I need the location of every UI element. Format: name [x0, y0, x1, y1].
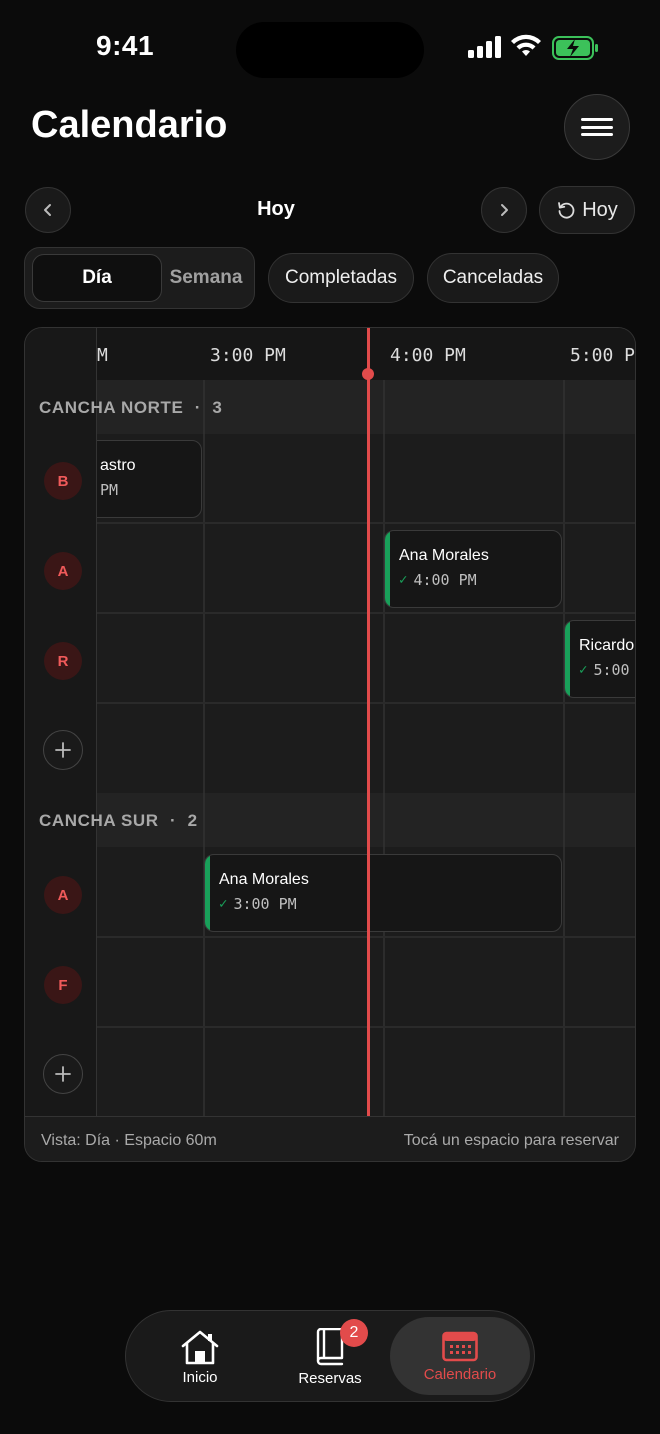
check-icon: ✓ — [219, 896, 228, 912]
bottom-navigation: Inicio Reservas 2 Calendario — [125, 1310, 535, 1402]
booking-event[interactable]: Ricardo ✓ 5:00 — [564, 620, 635, 698]
prev-day-button[interactable] — [25, 187, 71, 233]
nav-item-calendario[interactable]: Calendario — [390, 1317, 530, 1395]
hour-gridline — [563, 380, 565, 1116]
hamburger-icon — [581, 118, 613, 136]
time-label: 4:00 PM — [390, 345, 466, 366]
event-time: PM — [100, 481, 118, 499]
group-title-cancha-norte: CANCHA NORTE · 3 — [39, 398, 222, 418]
current-time-dot — [362, 368, 374, 380]
time-label: 5:00 P — [570, 345, 636, 366]
view-week-tab[interactable]: Semana — [162, 254, 250, 302]
wifi-icon — [511, 34, 541, 56]
current-time-indicator — [367, 328, 370, 1116]
group-title-cancha-sur: CANCHA SUR · 2 — [39, 811, 198, 831]
group-name: CANCHA SUR — [39, 811, 159, 830]
hour-gridline — [383, 380, 385, 1116]
dynamic-island — [236, 22, 424, 78]
nav-item-inicio[interactable]: Inicio — [144, 1311, 256, 1403]
event-time-text: 4:00 PM — [413, 571, 477, 589]
cellular-signal-icon — [468, 36, 501, 58]
event-name: astro — [100, 457, 136, 474]
group-separator: · — [194, 398, 202, 417]
today-button-label: Hoy — [582, 198, 618, 221]
event-time: ✓ 3:00 PM — [219, 895, 297, 913]
menu-button[interactable] — [564, 94, 630, 160]
current-date-label: Hoy — [257, 198, 295, 220]
event-name: Ricardo — [579, 637, 635, 654]
event-time: ✓ 4:00 PM — [399, 571, 477, 589]
nav-item-reservas[interactable]: Reservas 2 — [274, 1311, 386, 1403]
add-resource-button[interactable] — [43, 1054, 83, 1094]
resource-avatar[interactable]: A — [44, 876, 82, 914]
event-time-text: PM — [100, 481, 119, 499]
chevron-left-icon — [44, 204, 51, 216]
add-resource-button[interactable] — [43, 730, 83, 770]
booking-event[interactable]: Ana Morales ✓ 4:00 PM — [384, 530, 562, 608]
group-count: 2 — [187, 811, 198, 830]
view-switcher: Día Semana — [24, 247, 255, 309]
check-icon: ✓ — [579, 662, 588, 678]
chevron-right-icon — [501, 204, 508, 216]
time-label: M — [97, 345, 108, 366]
group-count: 3 — [212, 398, 223, 417]
check-icon: ✓ — [399, 572, 408, 588]
calendar-icon — [442, 1331, 478, 1361]
event-time-text: 3:00 PM — [233, 895, 297, 913]
resource-avatar[interactable]: A — [44, 552, 82, 590]
event-name: Ana Morales — [219, 871, 309, 888]
booking-hint-text: Tocá un espacio para reservar — [403, 1132, 619, 1149]
battery-charging-icon — [552, 36, 598, 60]
booking-event[interactable]: Ana Morales ✓ 3:00 PM — [204, 854, 562, 932]
today-button[interactable]: Hoy — [539, 186, 635, 234]
resource-avatar[interactable]: F — [44, 966, 82, 1004]
view-day-tab[interactable]: Día — [32, 254, 162, 302]
status-bar: 9:41 — [0, 0, 660, 96]
group-name: CANCHA NORTE — [39, 398, 184, 417]
booking-event[interactable]: astro PM — [97, 440, 202, 518]
event-time-text: 5:00 — [593, 661, 630, 679]
status-time: 9:41 — [96, 30, 155, 61]
resource-avatar[interactable]: R — [44, 642, 82, 680]
calendar-footer: Vista: Día · Espacio 60m Tocá un espacio… — [25, 1116, 635, 1161]
event-time: ✓ 5:00 — [579, 661, 630, 679]
hour-gridline — [203, 380, 205, 1116]
filter-cancelled-chip[interactable]: Canceladas — [427, 253, 559, 303]
page-title: Calendario — [31, 104, 228, 146]
view-info-text: Vista: Día · Espacio 60m — [41, 1132, 217, 1149]
group-separator: · — [169, 811, 177, 830]
event-name: Ana Morales — [399, 547, 489, 564]
nav-label: Reservas — [298, 1369, 362, 1387]
time-label: 3:00 PM — [210, 345, 286, 366]
nav-label: Inicio — [182, 1368, 218, 1386]
calendar-card: M 3:00 PM 4:00 PM 5:00 P astro PM Ana Mo… — [24, 327, 636, 1162]
next-day-button[interactable] — [481, 187, 527, 233]
filter-completed-chip[interactable]: Completadas — [268, 253, 414, 303]
reset-icon — [558, 202, 575, 219]
plus-icon — [55, 1066, 71, 1082]
plus-icon — [55, 742, 71, 758]
notification-badge: 2 — [340, 1319, 368, 1347]
nav-label: Calendario — [423, 1365, 497, 1383]
resource-avatar[interactable]: B — [44, 462, 82, 500]
home-icon — [181, 1330, 219, 1364]
